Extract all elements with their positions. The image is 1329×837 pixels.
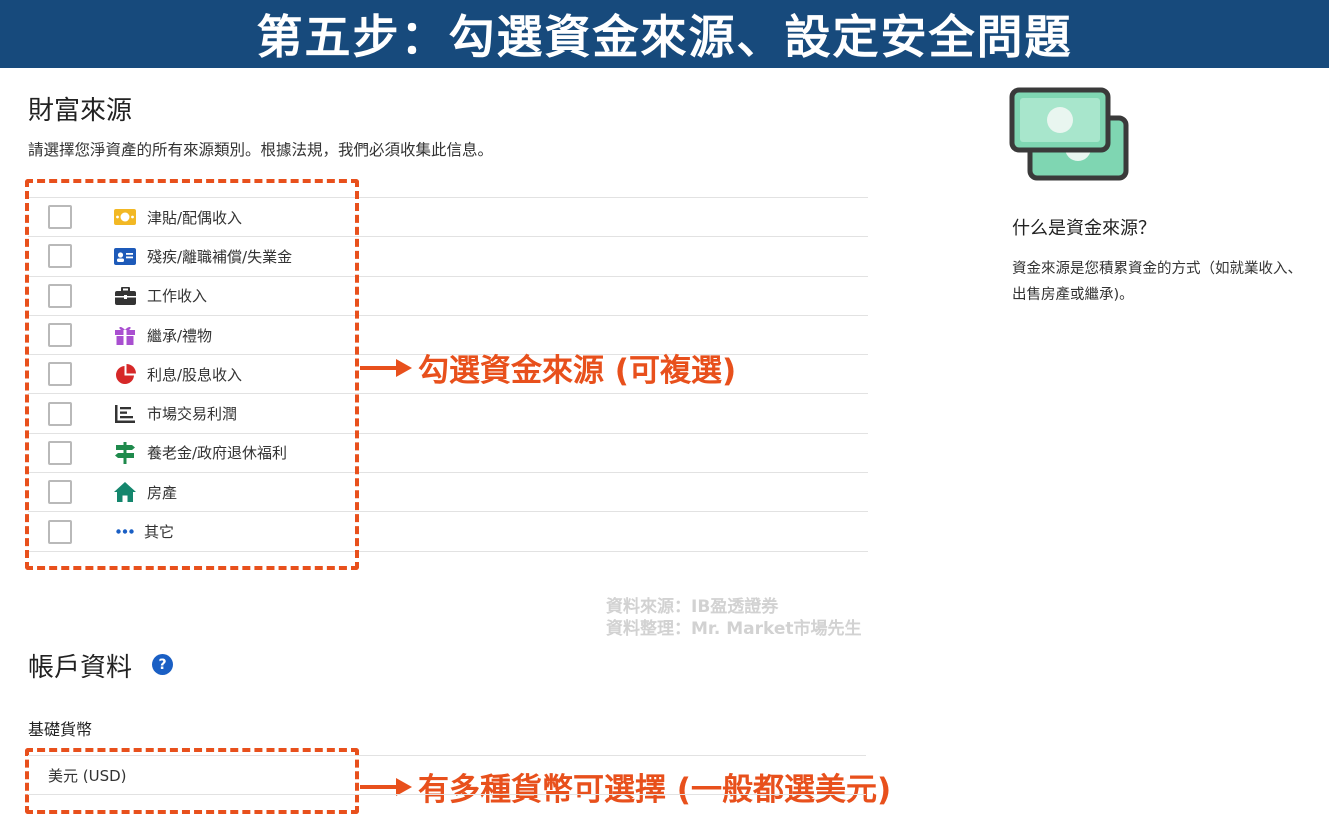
highlight-box-sources [25,179,359,570]
annotation-sources: 勾選資金來源 (可複選) [360,345,736,390]
base-currency-value: 美元 (USD) [48,766,127,785]
base-currency-label: 基礎貨幣 [28,720,93,739]
account-section-title: 帳戶資料 [28,653,133,683]
banner-title: 第五步：勾選資金來源、設定安全問題 [256,10,1073,64]
annotation-sources-text: 勾選資金來源 (可複選) [418,353,737,389]
help-icon[interactable]: ? [152,654,173,675]
watermark-line2: 資料整理：Mr. Market市場先生 [606,619,862,639]
money-bills-icon [1009,87,1129,181]
wealth-section-title: 財富來源 [28,96,133,126]
watermark: 資料來源：IB盈透證券 資料整理：Mr. Market市場先生 [606,596,862,640]
wealth-description: 請選擇您淨資產的所有來源類別。根據法規，我們必須收集此信息。 [28,141,494,159]
watermark-line1: 資料來源：IB盈透證券 [606,597,779,617]
side-title: 什么是資金來源？ [1012,218,1156,239]
side-text: 資金來源是您積累資金的方式（如就業收入、出售房產或繼承)。 [1012,261,1302,303]
banner: 第五步：勾選資金來源、設定安全問題 [0,0,1329,68]
base-currency-select[interactable]: 美元 (USD) [28,755,866,795]
arrow-right-icon [360,358,412,377]
